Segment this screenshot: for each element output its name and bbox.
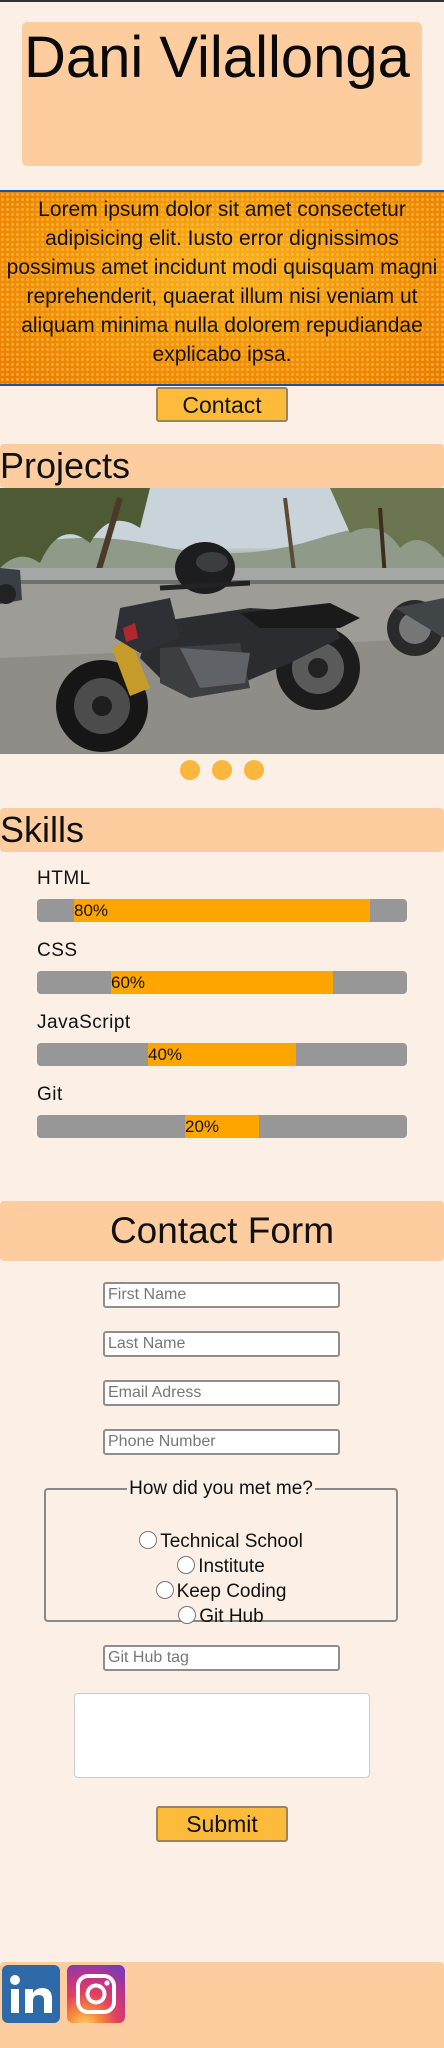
skill-label: Git <box>37 1084 63 1105</box>
radio-git-hub[interactable] <box>178 1606 197 1624</box>
projects-header: Projects <box>0 444 444 488</box>
skill-bar-track: 20% <box>37 1115 407 1138</box>
skill-bar-track: 80% <box>37 899 407 922</box>
submit-button[interactable]: Submit <box>156 1806 288 1842</box>
github-tag-input[interactable] <box>103 1645 340 1671</box>
how-met-legend: How did you met me? <box>129 1478 313 1499</box>
carousel-dot[interactable] <box>180 760 200 780</box>
page-title: Dani Vilallonga <box>24 25 410 90</box>
skill-label: CSS <box>37 940 78 961</box>
skill-bar-track: 40% <box>37 1043 407 1066</box>
contact-form-header: Contact Form <box>0 1201 444 1261</box>
radio-option: Git Hub <box>46 1605 396 1629</box>
last-name-input[interactable] <box>103 1331 340 1357</box>
first-name-input[interactable] <box>103 1282 340 1308</box>
skill-label: JavaScript <box>37 1012 131 1033</box>
skill-label: HTML <box>37 868 91 889</box>
how-met-fieldset: How did you met me? Technical School Ins… <box>44 1478 398 1627</box>
instagram-icon[interactable] <box>67 1965 125 2023</box>
radio-keep-coding[interactable] <box>155 1581 174 1599</box>
top-border <box>0 0 444 2</box>
skill-bar-fill: 40% <box>148 1043 296 1066</box>
motorcycle-photo-icon <box>0 488 444 754</box>
radio-institute[interactable] <box>177 1556 196 1574</box>
radio-label: Institute <box>198 1556 265 1577</box>
hero-text: Lorem ipsum dolor sit amet consectetur a… <box>6 198 438 366</box>
radio-technical-school[interactable] <box>139 1531 158 1549</box>
carousel-dots <box>180 760 270 780</box>
radio-option: Institute <box>46 1555 396 1579</box>
skills-header: Skills <box>0 808 444 852</box>
project-image[interactable] <box>0 488 444 754</box>
radio-option: Keep Coding <box>46 1580 396 1604</box>
phone-input[interactable] <box>103 1429 340 1455</box>
contact-form-title: Contact Form <box>109 1210 335 1251</box>
linkedin-icon[interactable] <box>2 1965 60 2023</box>
radio-label: Keep Coding <box>176 1581 287 1602</box>
skill-bar-track: 60% <box>37 971 407 994</box>
name-header: Dani Vilallonga <box>22 22 422 166</box>
projects-title: Projects <box>0 445 131 486</box>
radio-option: Technical School <box>46 1530 396 1554</box>
carousel-dot[interactable] <box>244 760 264 780</box>
skills-title: Skills <box>0 809 85 850</box>
radio-label: Git Hub <box>199 1606 264 1627</box>
message-textarea[interactable] <box>74 1693 370 1778</box>
email-input[interactable] <box>103 1380 340 1406</box>
skill-bar-fill: 80% <box>74 899 370 922</box>
hero-banner: Lorem ipsum dolor sit amet consectetur a… <box>0 190 444 386</box>
radio-label: Technical School <box>160 1531 303 1552</box>
skill-bar-fill: 60% <box>111 971 333 994</box>
carousel-dot[interactable] <box>212 760 232 780</box>
contact-button[interactable]: Contact <box>156 387 288 422</box>
skill-bar-fill: 20% <box>185 1115 259 1138</box>
